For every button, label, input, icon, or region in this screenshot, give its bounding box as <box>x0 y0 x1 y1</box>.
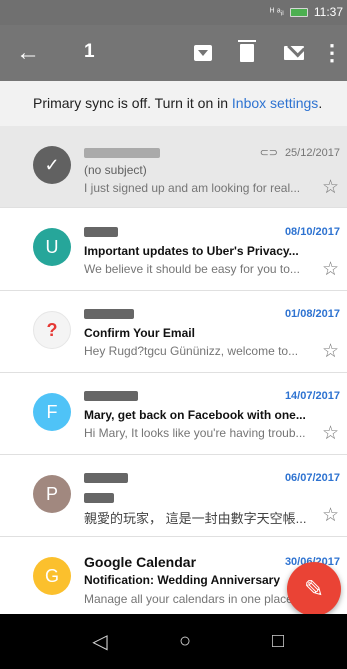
star-icon[interactable]: ☆ <box>322 506 339 525</box>
pencil-icon: ✎ <box>303 575 325 603</box>
email-sender: Google Calendar <box>84 554 197 570</box>
attachment-icon: ⊂⊃ <box>259 147 278 159</box>
email-preview: I just signed up and am looking for real… <box>84 181 301 195</box>
avatar: F <box>33 393 71 431</box>
email-row[interactable]: ✓ ⊂⊃ 25/12/2017 (no subject) I just sign… <box>0 126 347 208</box>
clock: 11:37 <box>313 5 343 19</box>
email-sender <box>84 387 138 402</box>
delete-icon[interactable] <box>235 40 259 65</box>
redacted-sender <box>84 308 134 319</box>
nav-home-icon[interactable]: ○ <box>170 628 200 655</box>
nav-recents-icon[interactable]: □ <box>263 628 293 655</box>
back-icon[interactable]: ← <box>12 37 44 69</box>
star-icon[interactable]: ☆ <box>322 424 339 443</box>
star-icon[interactable]: ☆ <box>322 342 339 361</box>
email-subject: Mary, get back on Facebook with one... <box>84 408 306 422</box>
email-date: 14/07/2017 <box>284 390 340 402</box>
unknown-sender-icon: ? <box>33 311 71 349</box>
email-preview: We believe it should be easy for you to.… <box>84 262 300 276</box>
email-subject: (no subject) <box>84 163 147 177</box>
mark-unread-icon[interactable] <box>282 41 306 65</box>
redacted-sender <box>84 226 118 237</box>
email-row[interactable]: U 08/10/2017 Important updates to Uber's… <box>0 209 347 291</box>
avatar: P <box>33 475 71 513</box>
signal-icon: ᴴ ᵃᵢₗ <box>269 6 284 18</box>
email-sender <box>84 223 118 238</box>
email-subject: Important updates to Uber's Privacy... <box>84 244 299 258</box>
status-bar: ᴴ ᵃᵢₗ 11:37 <box>0 0 347 25</box>
archive-icon[interactable] <box>191 41 215 65</box>
email-sender <box>84 469 128 484</box>
redacted-sender <box>84 390 138 401</box>
email-preview: Hi Mary, It looks like you're having tro… <box>84 426 306 440</box>
sync-banner: Primary sync is off. Turn it on in Inbox… <box>0 81 347 126</box>
selected-check-icon[interactable]: ✓ <box>33 146 71 184</box>
redacted-sender <box>84 147 160 158</box>
email-date: 08/10/2017 <box>284 226 340 238</box>
selected-count: 1 <box>84 41 95 62</box>
avatar: G <box>33 557 71 595</box>
email-preview: 親愛的玩家， 這是一封由數字天空帳... <box>84 511 307 526</box>
email-subject: Confirm Your Email <box>84 326 195 340</box>
inbox-settings-link[interactable]: Inbox settings <box>232 95 318 111</box>
nav-back-icon[interactable]: ◁ <box>85 628 115 655</box>
email-row[interactable]: P 06/07/2017 親愛的玩家， 這是一封由數字天空帳... ☆ <box>0 455 347 537</box>
compose-button[interactable]: ✎ <box>287 562 341 616</box>
email-preview: Hey Rugd?tgcu Gününizz, welcome to... <box>84 344 299 358</box>
more-options-icon[interactable]: ⋮ <box>320 41 344 65</box>
email-date: 25/12/2017 <box>284 147 340 159</box>
android-nav-bar: ◁ ○ □ <box>0 614 347 669</box>
email-sender <box>84 144 160 159</box>
email-row[interactable]: ? 01/08/2017 Confirm Your Email Hey Rugd… <box>0 291 347 373</box>
email-subject <box>84 490 114 504</box>
email-date: 06/07/2017 <box>284 472 340 484</box>
email-row[interactable]: F 14/07/2017 Mary, get back on Facebook … <box>0 373 347 455</box>
sync-banner-text: Primary sync is off. Turn it on in <box>33 95 232 111</box>
star-icon[interactable]: ☆ <box>322 260 339 279</box>
sync-banner-suffix: . <box>318 95 323 111</box>
email-subject: Notification: Wedding Anniversary <box>84 573 281 587</box>
avatar: U <box>33 228 71 266</box>
selection-toolbar: ← 1 ⋮ <box>0 25 347 81</box>
email-date: 01/08/2017 <box>284 308 340 320</box>
star-icon[interactable]: ☆ <box>322 178 339 197</box>
email-preview: Manage all your calendars in one place <box>84 592 293 606</box>
battery-icon <box>289 7 308 17</box>
email-sender <box>84 305 134 320</box>
redacted-subject <box>84 492 114 503</box>
redacted-sender <box>84 472 128 483</box>
